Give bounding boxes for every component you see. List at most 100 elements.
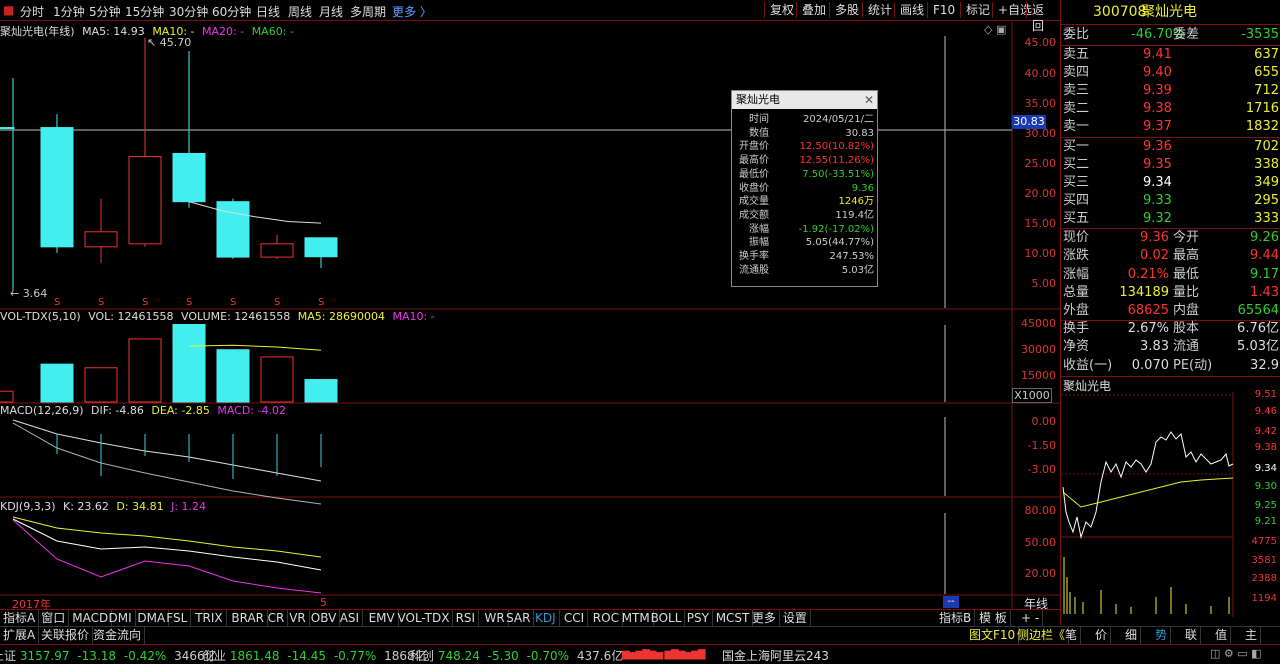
side-tab[interactable]: 势	[1152, 627, 1172, 644]
indicator-tab-mcst[interactable]: MCST	[713, 610, 754, 627]
indicator-tab-fsl[interactable]: FSL	[163, 610, 192, 627]
ma5-line	[188, 201, 322, 224]
status-icons[interactable]: ◫ ⚙ ▭ ◧	[1210, 647, 1262, 660]
data-tooltip: 聚灿光电 ✕ 时间 2024/05/21/二 数值 30.83 开盘价 12.50(10.8…	[731, 90, 878, 287]
mini-axis-label: 9.38	[1254, 442, 1277, 453]
side-tab[interactable]: 值	[1212, 627, 1232, 644]
panel-options-icon[interactable]: ◇ ▣	[984, 23, 1006, 36]
cy-index[interactable]: 创业 1861.48 -14.45 -0.77% 1868亿	[202, 647, 427, 664]
side-tab[interactable]: 笔	[1062, 627, 1082, 644]
indicator-tab-vr[interactable]: VR	[286, 610, 310, 627]
period-30min[interactable]: 30分钟	[169, 3, 208, 20]
tooltip-row: 开盘价 12.50(10.82%)	[739, 141, 874, 153]
bid-row[interactable]: 买三 9.34 349	[1061, 174, 1280, 192]
period-month[interactable]: 月线	[319, 3, 343, 20]
tab-fund-flow[interactable]: 资金流向	[90, 627, 146, 644]
close-icon[interactable]: ✕	[864, 91, 874, 109]
bid-row[interactable]: 买二 9.35 338	[1061, 156, 1280, 174]
indicator-tab-设置[interactable]: 设置	[780, 610, 811, 627]
stat-row: 涨跌 0.02 最高 9.44	[1063, 248, 1279, 264]
kc-index[interactable]: 科创 748.24 -5.30 -0.70% 437.6亿	[410, 647, 623, 664]
candle-body	[260, 243, 294, 258]
tooltip-row: 流通股 5.03亿	[739, 264, 874, 276]
indicator-tab-obv[interactable]: OBV	[308, 610, 341, 627]
indicator-b-tab[interactable]: 指标B	[936, 610, 976, 627]
bid-row[interactable]: 买五 9.32 333	[1061, 210, 1280, 228]
tab-f10[interactable]: 图文F10	[966, 627, 1020, 644]
ask-row[interactable]: 卖三 9.39 712	[1061, 82, 1280, 100]
period-minute[interactable]: 分时	[20, 3, 44, 20]
volume-bar	[128, 338, 162, 403]
ask-row[interactable]: 卖四 9.40 655	[1061, 64, 1280, 82]
indicator-tab-asi[interactable]: ASI	[337, 610, 364, 627]
period-day[interactable]: 日线	[256, 3, 280, 20]
ma10-value: MA10: -	[152, 25, 195, 38]
indicator-tab-vol-tdx[interactable]: VOL-TDX	[395, 610, 454, 627]
ask-row[interactable]: 卖一 9.37 1832	[1061, 118, 1280, 136]
period-more[interactable]: 更多 〉	[392, 3, 432, 20]
toolbar-square-icon: ■	[3, 3, 15, 17]
mini-axis-label: 4775	[1251, 536, 1277, 547]
indicator-tab-rsi[interactable]: RSI	[453, 610, 480, 627]
stat-row: 收益(一) 0.070 PE(动) 32.9	[1063, 357, 1279, 373]
quote-panel: 300708 聚灿光电 委比 -46.70% 委差 -3535 卖五 9.41 63…	[1060, 0, 1280, 625]
tooltip-row: 涨幅 -1.92(-17.02%)	[749, 223, 874, 235]
tool-stats[interactable]: 统计	[862, 2, 897, 18]
bid-row[interactable]: 买四 9.33 295	[1061, 192, 1280, 210]
indicator-tab-sar[interactable]: SAR	[503, 610, 535, 627]
indicator-tab-窗口[interactable]: 窗口	[38, 610, 70, 627]
indicator-tab-dmi[interactable]: DMI	[106, 610, 136, 627]
side-tab[interactable]: 细	[1122, 627, 1142, 644]
candles	[0, 37, 338, 292]
indicator-tab-psy[interactable]: PSY	[684, 610, 713, 627]
end-label: 5	[320, 596, 327, 609]
volume-ma5-line	[188, 344, 322, 351]
bid-row[interactable]: 买一 9.36 702	[1061, 138, 1280, 156]
tool-f10[interactable]: F10	[927, 2, 960, 18]
tool-overlay[interactable]: 叠加	[796, 2, 831, 18]
indicator-tabs: 指标A 窗口 MACD DMI DMA FSL TRIX BRAR CR VR OBV ASI EMV V…	[0, 609, 1060, 627]
tool-draw[interactable]: 画线	[894, 2, 929, 18]
indicator-tab-kdj[interactable]: KDJ	[532, 610, 560, 627]
indicator-tab-更多[interactable]: 更多	[749, 610, 780, 627]
tool-mark[interactable]: 标记	[960, 2, 995, 18]
tab-related-quotes[interactable]: 关联报价	[38, 627, 94, 644]
sidebar-toggle[interactable]: 侧边栏《	[1014, 627, 1070, 644]
tool-multi-stock[interactable]: 多股	[829, 2, 864, 18]
period-1min[interactable]: 1分钟	[53, 3, 85, 20]
tool-fuquan[interactable]: 复权	[764, 2, 799, 18]
svg-text:S: S	[142, 297, 148, 308]
ask-row[interactable]: 卖五 9.41 637	[1061, 46, 1280, 64]
side-tab[interactable]: 联	[1182, 627, 1202, 644]
template-tab[interactable]: 模 板	[976, 610, 1011, 627]
tool-back[interactable]: 返回	[1026, 2, 1060, 33]
mini-axis-label: 9.34	[1254, 463, 1277, 474]
sh-index[interactable]: 上证 3157.97 -13.18 -0.42% 3466亿	[0, 647, 217, 664]
indicator-tab-trix[interactable]: TRIX	[192, 610, 227, 627]
zoom-buttons[interactable]: + -	[1018, 610, 1044, 627]
period-multi[interactable]: 多周期	[350, 3, 386, 20]
ask-row[interactable]: 卖二 9.38 1716	[1061, 100, 1280, 118]
period-5min[interactable]: 5分钟	[89, 3, 121, 20]
period-60min[interactable]: 60分钟	[212, 3, 251, 20]
tooltip-row: 成交量 1246万	[739, 196, 874, 208]
indicator-tab-brar[interactable]: BRAR	[228, 610, 269, 627]
indicator-tab-boll[interactable]: BOLL	[648, 610, 686, 627]
period-week[interactable]: 周线	[288, 3, 312, 20]
side-tab[interactable]: 价	[1092, 627, 1112, 644]
volume-bar	[172, 323, 206, 403]
stat-row: 现价 9.36 今开 9.26	[1063, 230, 1279, 245]
indicator-tab-cr[interactable]: CR	[265, 610, 289, 627]
tooltip-row: 时间 2024/05/21/二	[749, 114, 874, 125]
mini-axis-label: 9.25	[1254, 500, 1277, 511]
indicator-tab-cci[interactable]: CCI	[561, 610, 589, 627]
kdj-lines	[12, 516, 322, 594]
indicator-tab-指标a[interactable]: 指标A	[0, 610, 40, 627]
side-tab[interactable]: 主	[1242, 627, 1262, 644]
tab-extension[interactable]: 扩展A	[0, 627, 40, 644]
svg-text:S: S	[230, 297, 236, 308]
signal-markers: SSS SSSS	[54, 297, 324, 308]
period-15min[interactable]: 15分钟	[125, 3, 164, 20]
mini-volume-bars	[1063, 557, 1230, 614]
volume-header: VOL-TDX(5,10) VOL: 12461558 VOLUME: 1246…	[0, 310, 435, 323]
